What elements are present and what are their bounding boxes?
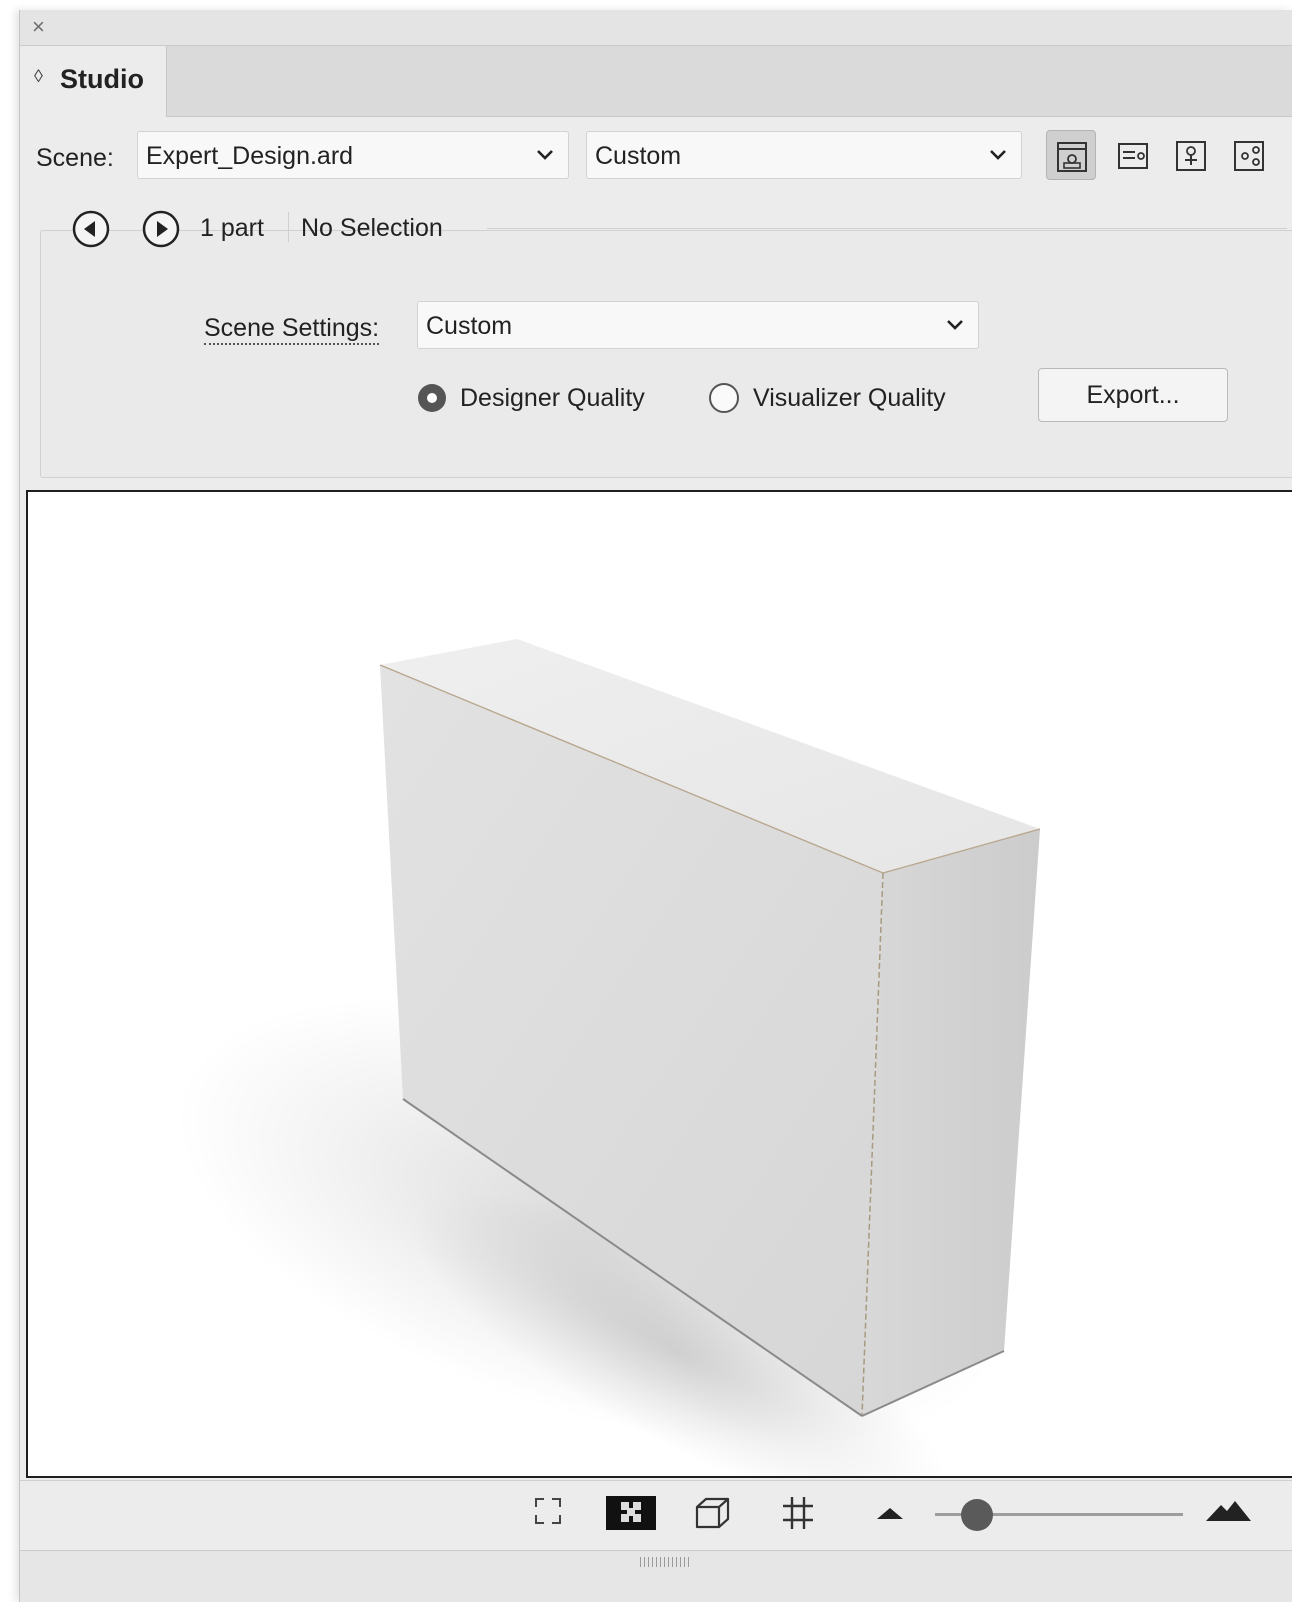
expand-collapse-icon[interactable]: ◊: [34, 66, 43, 87]
scene-settings-select[interactable]: Custom: [417, 301, 979, 349]
visualizer-quality-label[interactable]: Visualizer Quality: [753, 384, 946, 413]
zoom-in-mountain-icon[interactable]: [1205, 1497, 1253, 1525]
fit-view-icon[interactable]: [530, 1493, 566, 1529]
scene-file-value: Expert_Design.ard: [146, 142, 354, 170]
scene-view-icon: [1057, 142, 1087, 172]
zoom-slider[interactable]: [935, 1497, 1183, 1531]
grid-icon[interactable]: [780, 1493, 816, 1533]
next-part-icon[interactable]: [141, 209, 181, 249]
viewport-toolbar: [20, 1480, 1292, 1551]
scene-preset-value: Custom: [595, 142, 682, 170]
share-view-icon: [1234, 141, 1264, 171]
scene-settings-value: Custom: [426, 312, 513, 340]
close-icon[interactable]: ×: [32, 16, 45, 38]
tab-studio[interactable]: ◊ Studio: [20, 46, 167, 117]
chevron-down-icon: [537, 150, 553, 160]
tab-label: Studio: [60, 64, 144, 94]
scene-view-button[interactable]: [1046, 130, 1096, 180]
scene-settings-group: [40, 230, 1292, 478]
zoom-out-mountain-icon[interactable]: [875, 1503, 905, 1523]
chevron-down-icon: [990, 150, 1006, 160]
studio-panel: × ◊ Studio Scene: Expert_Design.ard Cust…: [19, 10, 1292, 1602]
nav-divider: [288, 212, 289, 242]
designer-quality-label[interactable]: Designer Quality: [460, 384, 645, 413]
export-button[interactable]: Export...: [1038, 368, 1228, 422]
part-count: 1 part: [200, 214, 264, 242]
scene-file-select[interactable]: Expert_Design.ard: [137, 131, 569, 179]
share-view-button[interactable]: [1224, 130, 1274, 180]
tab-strip: ◊ Studio: [20, 46, 1292, 117]
panel-titlebar: ×: [20, 10, 1292, 46]
fold-view-icon: [1176, 141, 1206, 171]
fold-view-button[interactable]: [1166, 130, 1216, 180]
box-render: [174, 639, 1041, 1476]
scene-preset-select[interactable]: Custom: [586, 131, 1022, 179]
resize-grip[interactable]: [640, 1557, 692, 1567]
scene-settings-label: Scene Settings:: [204, 314, 380, 345]
selection-status: No Selection: [301, 214, 443, 242]
box-view-icon[interactable]: [692, 1493, 732, 1533]
3d-viewport[interactable]: [26, 490, 1292, 1478]
export-view-button[interactable]: [1108, 130, 1158, 180]
visualizer-quality-radio[interactable]: [708, 382, 740, 414]
designer-quality-radio[interactable]: [416, 382, 448, 414]
chevron-down-icon: [947, 320, 963, 330]
status-bar: [20, 1550, 1292, 1602]
previous-part-icon[interactable]: [71, 209, 111, 249]
scene-label: Scene:: [36, 144, 114, 172]
zoom-slider-thumb[interactable]: [961, 1499, 993, 1531]
group-separator: [487, 228, 1287, 229]
background-checker-icon[interactable]: [605, 1493, 657, 1533]
export-view-icon: [1118, 143, 1148, 169]
